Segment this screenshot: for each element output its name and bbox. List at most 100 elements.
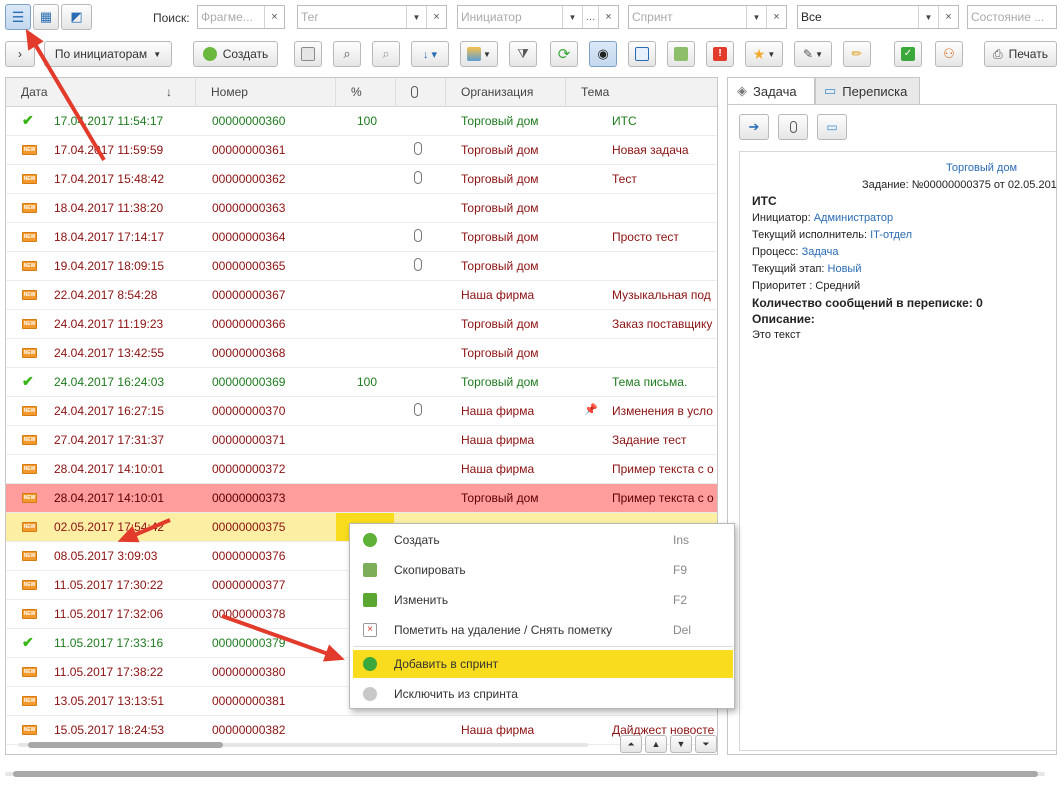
menu-item-shortcut: F2	[673, 593, 688, 607]
menu-item[interactable]: Создать Ins	[353, 526, 733, 554]
column-attachments[interactable]	[396, 78, 446, 107]
list-view-button[interactable]: ☰	[5, 4, 31, 30]
tab-task[interactable]: ◈ Задача	[727, 77, 815, 104]
horizontal-scrollbar[interactable]	[18, 739, 603, 751]
check-icon: ✔	[22, 634, 34, 650]
menu-item[interactable]: Исключить из спринта	[353, 680, 733, 708]
attach-button[interactable]	[778, 114, 808, 140]
cell-topic	[612, 194, 717, 222]
executor-link[interactable]: IT-отдел	[870, 229, 912, 241]
org-link[interactable]: Торговый дом	[946, 160, 1017, 177]
calendar-view-button[interactable]: ▦	[33, 4, 59, 30]
cell-date: 24.04.2017 16:27:15	[54, 404, 165, 418]
pencil-icon	[363, 593, 377, 607]
layers-dropdown[interactable]: ▼	[460, 41, 498, 67]
table-row[interactable]: NEW 27.04.2017 17:31:37 00000000371 Наша фи…	[6, 426, 717, 455]
menu-item-label: Изменить	[394, 593, 449, 607]
tab-correspondence[interactable]: ▭ Переписка	[815, 77, 920, 104]
initiator-filter[interactable]: Инициатор ▼ … ×	[457, 5, 619, 29]
pencil-icon: ✏	[851, 46, 863, 61]
scroll-down-button[interactable]: ▼	[670, 735, 692, 753]
print-button[interactable]: ⎙ Печать	[984, 41, 1057, 67]
status-filter[interactable]: Все ▼ ×	[797, 5, 959, 29]
cell-topic	[612, 339, 717, 367]
table-row[interactable]: NEW 22.04.2017 8:54:28 00000000367 Наша фир…	[6, 281, 717, 310]
window-scrollbar[interactable]	[5, 768, 1055, 780]
state-filter[interactable]: Состояние ...	[967, 5, 1057, 29]
table-row[interactable]: ✔ 17.04.2017 11:54:17 00000000360 100 Торгов…	[6, 107, 717, 136]
sprint-filter[interactable]: Спринт ▼ ×	[628, 5, 787, 29]
users-button[interactable]: ⚇	[935, 41, 963, 67]
cell-number: 00000000369	[212, 375, 286, 389]
choose-icon[interactable]: …	[582, 6, 598, 28]
clear-icon[interactable]: ×	[938, 6, 958, 28]
clear-icon[interactable]: ×	[766, 6, 786, 28]
fragment-search-input[interactable]: Фрагме... ×	[197, 5, 285, 29]
column-number[interactable]: Номер	[196, 78, 336, 107]
pin-dropdown[interactable]: ✎ ▼	[794, 41, 832, 67]
clear-icon[interactable]: ×	[598, 6, 618, 28]
clear-icon[interactable]: ×	[426, 6, 446, 28]
column-date[interactable]: Дата ↓	[6, 78, 196, 107]
favorite-dropdown[interactable]: ★ ▼	[745, 41, 783, 67]
group-by-dropdown[interactable]: По инициаторам ▼	[44, 41, 172, 67]
users-icon: ⚇	[943, 46, 955, 61]
edit-button[interactable]: ✏	[843, 41, 871, 67]
table-row[interactable]: ✔ 24.04.2017 16:24:03 00000000369 100 Торгов…	[6, 368, 717, 397]
scrollbar-thumb[interactable]	[28, 742, 223, 748]
column-topic[interactable]: Тема	[566, 78, 717, 107]
tree-button[interactable]	[628, 41, 656, 67]
table-row[interactable]: NEW 19.04.2017 18:09:15 00000000365 Торговы…	[6, 252, 717, 281]
task-number-line: Задание: №00000000375 от 02.05.2017	[862, 179, 1057, 191]
forward-button[interactable]: ➔	[739, 114, 769, 140]
table-row[interactable]: NEW 24.04.2017 13:42:55 00000000368 Торговы…	[6, 339, 717, 368]
table-row[interactable]: NEW 24.04.2017 16:27:15 00000000370 Наша фи…	[6, 397, 717, 426]
table-row[interactable]: NEW 17.04.2017 15:48:42 00000000362 Торговы…	[6, 165, 717, 194]
menu-item[interactable]: Изменить F2	[353, 586, 733, 614]
view-mode-button[interactable]: ◉	[589, 41, 617, 67]
column-percent[interactable]: %	[336, 78, 396, 107]
initiator-link[interactable]: Администратор	[814, 212, 893, 224]
find-clear-button[interactable]: ⌕	[372, 41, 400, 67]
cell-topic: Тема письма.	[612, 375, 688, 389]
dropdown-icon[interactable]: ▼	[562, 6, 582, 28]
process-link[interactable]: Задача	[802, 246, 839, 258]
timeline-view-button[interactable]: ◩	[61, 4, 92, 30]
initiator-placeholder: Инициатор	[461, 10, 522, 24]
delete-mark-icon: ×	[363, 623, 377, 637]
copy-button[interactable]	[294, 41, 322, 67]
dropdown-icon[interactable]: ▼	[746, 6, 766, 28]
menu-item[interactable]: × Пометить на удаление / Снять пометку Del	[353, 616, 733, 644]
move-button[interactable]	[667, 41, 695, 67]
scroll-up-button[interactable]: ▲	[645, 735, 667, 753]
table-row[interactable]: NEW 28.04.2017 14:10:01 00000000373 Торговы…	[6, 484, 717, 513]
table-row[interactable]: NEW 28.04.2017 14:10:01 00000000372 Наша фи…	[6, 455, 717, 484]
message-button[interactable]: ▭	[817, 114, 847, 140]
tag-filter[interactable]: Тег ▼ ×	[297, 5, 447, 29]
sort-dropdown[interactable]: ↓ ▾	[411, 41, 449, 67]
table-row[interactable]: NEW 24.04.2017 11:19:23 00000000366 Торговы…	[6, 310, 717, 339]
alert-button[interactable]: !	[706, 41, 734, 67]
dropdown-icon[interactable]: ▼	[918, 6, 938, 28]
create-button[interactable]: Создать	[193, 41, 278, 67]
stage-link[interactable]: Новый	[828, 263, 862, 275]
column-organization[interactable]: Организация	[446, 78, 566, 107]
find-button[interactable]: ⌕	[333, 41, 361, 67]
tree-icon	[635, 47, 649, 61]
window-scrollbar-thumb[interactable]	[13, 771, 1038, 777]
scroll-last-button[interactable]: ⏷	[695, 735, 717, 753]
cell-topic: ИТС	[612, 114, 637, 128]
scroll-first-button[interactable]: ⏶	[620, 735, 642, 753]
menu-item[interactable]: Добавить в спринт	[353, 650, 733, 678]
clear-icon[interactable]: ×	[264, 6, 284, 28]
table-row[interactable]: NEW 18.04.2017 11:38:20 00000000363 Торговы…	[6, 194, 717, 223]
cell-topic: Пример текста с о	[612, 491, 714, 505]
dropdown-icon[interactable]: ▼	[406, 6, 426, 28]
table-row[interactable]: NEW 18.04.2017 17:14:17 00000000364 Торговы…	[6, 223, 717, 252]
table-row[interactable]: NEW 17.04.2017 11:59:59 00000000361 Торговы…	[6, 136, 717, 165]
complete-button[interactable]: ✓	[894, 41, 922, 67]
new-badge-icon: NEW	[22, 203, 37, 213]
filter-button[interactable]: ⧩	[509, 41, 537, 67]
menu-item[interactable]: Скопировать F9	[353, 556, 733, 584]
refresh-button[interactable]: ⟳	[550, 41, 578, 67]
